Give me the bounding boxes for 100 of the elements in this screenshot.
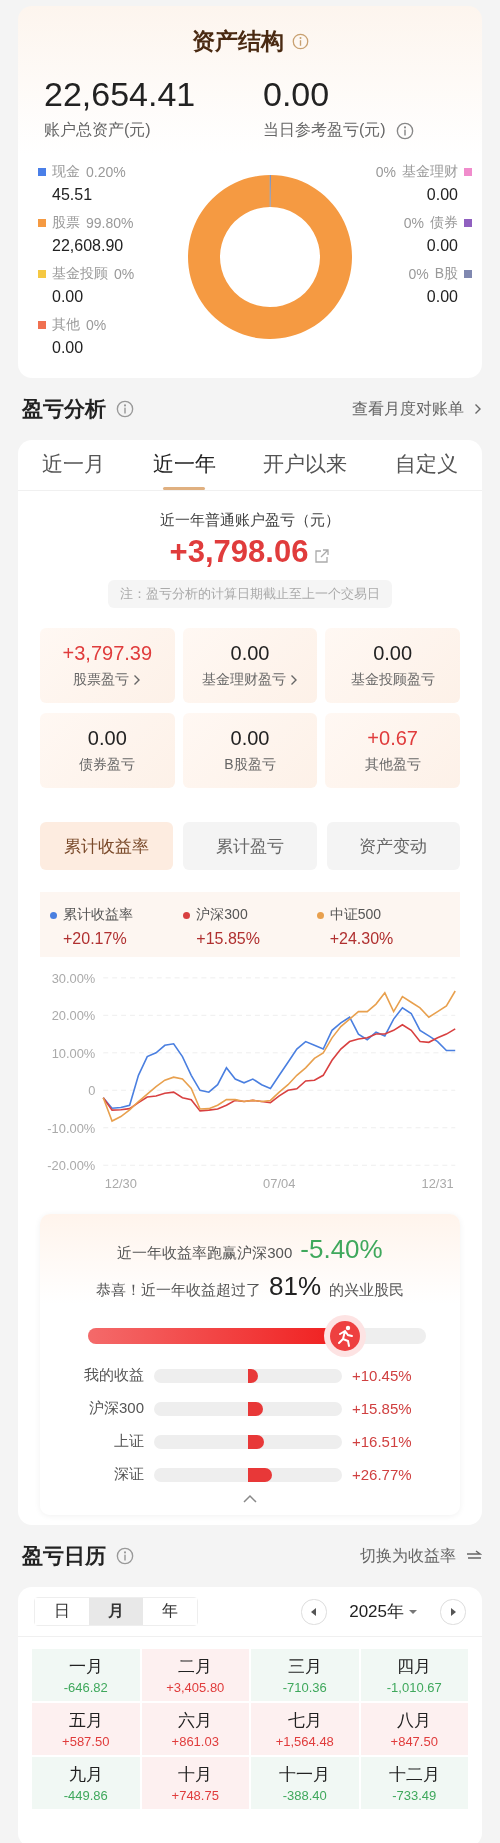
statement-link[interactable]: 查看月度对账单 (352, 398, 464, 420)
legend-label: 中证500 (329, 906, 381, 924)
month-name: 七月 (287, 1710, 322, 1732)
year-selector[interactable]: 2025年 (349, 1600, 418, 1623)
asset-name: 其他 (52, 316, 80, 334)
month-name: 十二月 (388, 1764, 440, 1786)
section-title: 盈亏日历 (22, 1543, 106, 1569)
month-cell[interactable]: 十二月 -733.49 (360, 1757, 468, 1809)
tile-value: 0.00 (87, 727, 127, 750)
axis-label: 10.00% (51, 1045, 96, 1061)
beat-percent: 81% (268, 1271, 321, 1302)
legend-value: +15.85% (195, 930, 261, 948)
share-icon[interactable] (314, 548, 331, 564)
return-value: +15.85% (352, 1400, 413, 1417)
previous-button[interactable] (301, 1598, 328, 1625)
profit-tile[interactable]: 0.00 基金理财盈亏 (182, 628, 318, 703)
profit-tile[interactable]: +3,797.39 股票盈亏 (40, 628, 175, 703)
asset-value: 0.00 (51, 288, 85, 306)
asset-value: 22,608.90 (51, 237, 125, 255)
month-cell[interactable]: 五月 +587.50 (32, 1703, 140, 1755)
return-value: +26.77% (352, 1466, 413, 1483)
info-icon[interactable] (291, 33, 309, 50)
tile-value: 0.00 (373, 642, 413, 665)
switch-link[interactable]: 切换为收益率 (360, 1545, 456, 1567)
month-name: 十一月 (279, 1764, 331, 1786)
month-name: 八月 (397, 1710, 432, 1732)
return-value: +10.45% (352, 1367, 413, 1384)
month-cell[interactable]: 十一月 -388.40 (251, 1757, 359, 1809)
month-cell[interactable]: 二月 +3,405.80 (141, 1649, 249, 1701)
axis-label: 07/04 (263, 1176, 296, 1192)
asset-percent: 0% (403, 215, 424, 231)
index-label: 上证 (113, 1432, 144, 1451)
chart-tab[interactable]: 累计收益率 (40, 822, 174, 870)
month-value: +587.50 (62, 1734, 110, 1749)
chevron-right-icon (290, 674, 298, 686)
month-value: +847.50 (390, 1734, 438, 1749)
month-cell[interactable]: 三月 -710.36 (251, 1649, 359, 1701)
mode-tab[interactable]: 月 (89, 1598, 143, 1625)
info-icon[interactable] (116, 400, 134, 418)
period-tab[interactable]: 开户以来 (257, 440, 354, 490)
total-assets: 22,654.41 (44, 75, 197, 114)
axis-label: -20.00% (47, 1158, 96, 1174)
month-name: 三月 (287, 1656, 322, 1678)
asset-percent: 0% (114, 266, 135, 282)
tile-value: 0.00 (230, 727, 270, 750)
section-title: 盈亏分析 (22, 396, 106, 422)
legend-label: 沪深300 (196, 906, 248, 924)
period-tab[interactable]: 自定义 (389, 440, 465, 490)
month-value: +3,405.80 (166, 1680, 225, 1695)
tile-label: B股盈亏 (224, 756, 276, 774)
asset-name: B股 (434, 265, 458, 283)
asset-name: 基金投顾 (52, 265, 108, 283)
chart-tab[interactable]: 累计盈亏 (183, 822, 317, 870)
asset-value: 0.00 (425, 237, 459, 255)
asset-percent: 0.20% (86, 164, 126, 180)
asset-name: 现金 (52, 163, 80, 181)
month-cell[interactable]: 九月 -449.86 (32, 1757, 140, 1809)
compare-text: 近一年收益率跑赢沪深300 (117, 1244, 293, 1263)
runner-icon (322, 1314, 367, 1358)
info-icon[interactable] (116, 1547, 134, 1565)
profit-amount: +3,798.06 (169, 534, 309, 570)
month-cell[interactable]: 六月 +861.03 (141, 1703, 249, 1755)
month-cell[interactable]: 一月 -646.82 (32, 1649, 140, 1701)
asset-name: 债券 (430, 214, 458, 232)
next-button[interactable] (440, 1598, 466, 1625)
asset-name: 股票 (52, 214, 80, 232)
month-cell[interactable]: 十月 +748.75 (141, 1757, 249, 1809)
asset-value: 0.00 (51, 339, 85, 357)
asset-percent: 0% (375, 164, 396, 180)
axis-label: -10.00% (47, 1120, 96, 1136)
swap-icon[interactable] (466, 1550, 482, 1562)
month-name: 二月 (178, 1656, 213, 1678)
period-tab[interactable]: 近一月 (35, 440, 111, 490)
month-name: 九月 (68, 1764, 103, 1786)
tile-label: 股票盈亏 (73, 671, 130, 689)
month-value: +1,564.48 (275, 1734, 334, 1749)
month-cell[interactable]: 四月 -1,010.67 (360, 1649, 468, 1701)
month-cell[interactable]: 七月 +1,564.48 (251, 1703, 359, 1755)
tile-label: 其他盈亏 (364, 756, 421, 774)
axis-label: 0 (88, 1083, 96, 1099)
period-tab[interactable]: 近一年 (146, 440, 222, 490)
caret-icon (408, 1608, 418, 1615)
info-icon[interactable] (395, 121, 414, 140)
asset-percent: 0% (86, 317, 107, 333)
return-value: +16.51% (352, 1433, 413, 1450)
tile-value: 0.00 (230, 642, 270, 665)
beat-text: 的兴业股民 (329, 1281, 404, 1300)
month-name: 四月 (397, 1656, 432, 1678)
month-cell[interactable]: 八月 +847.50 (360, 1703, 468, 1755)
chart-tab[interactable]: 资产变动 (326, 822, 460, 870)
asset-percent: 0% (408, 266, 429, 282)
legend-value: +20.17% (62, 930, 128, 948)
asset-value: 0.00 (425, 288, 459, 306)
card-title: 资产结构 (191, 27, 284, 56)
month-value: -1,010.67 (386, 1680, 442, 1695)
asset-name: 基金理财 (402, 163, 458, 181)
month-value: -710.36 (282, 1680, 327, 1695)
index-label: 深证 (113, 1465, 144, 1484)
collapse-icon[interactable] (243, 1494, 257, 1503)
tile-label: 基金投顾盈亏 (350, 671, 435, 689)
